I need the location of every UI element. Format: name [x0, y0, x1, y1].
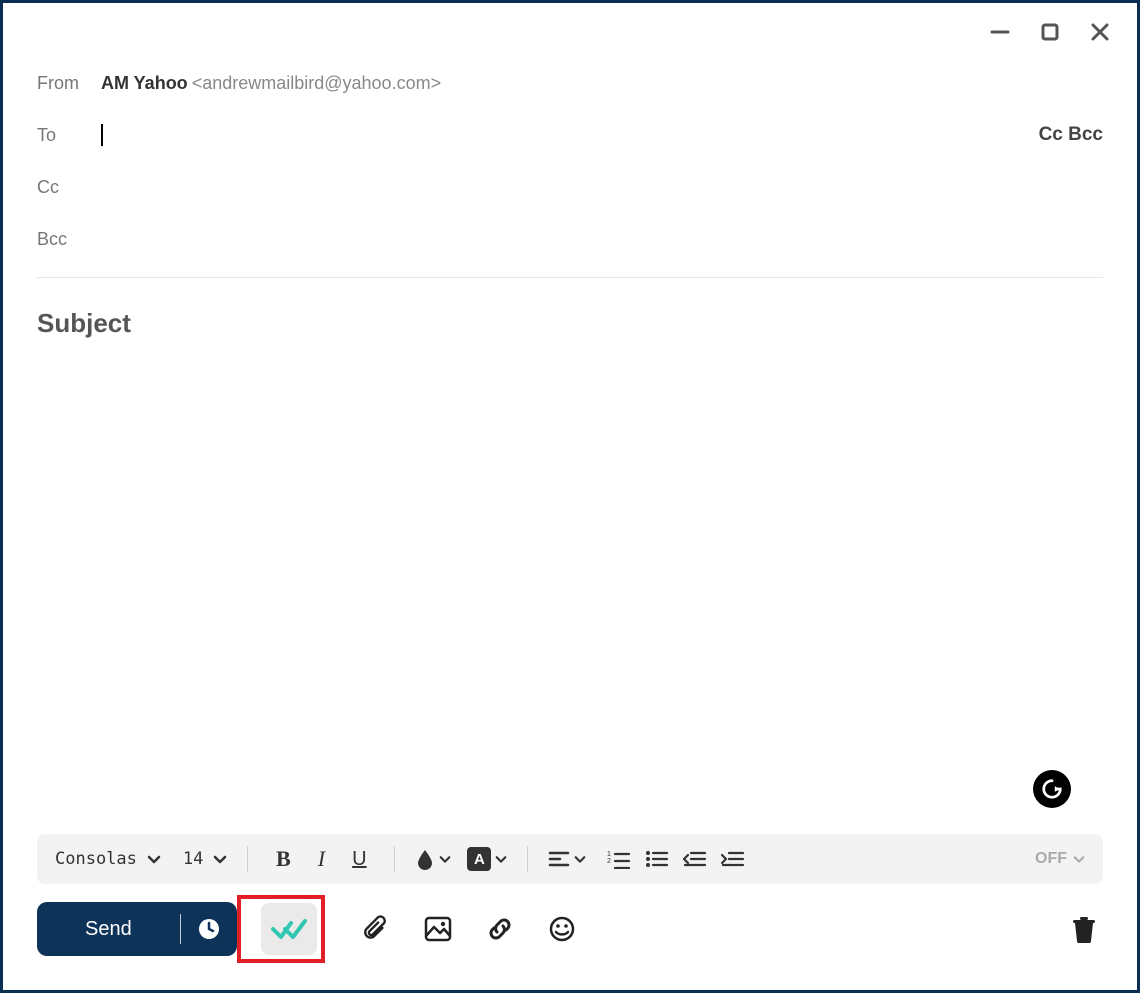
read-receipt-button[interactable] [261, 903, 317, 955]
clock-icon [197, 917, 221, 941]
emoji-button[interactable] [547, 914, 577, 944]
paperclip-icon [363, 915, 389, 943]
bold-button[interactable]: B [268, 844, 298, 874]
bcc-row[interactable]: Bcc [37, 213, 1103, 265]
text-color-button[interactable] [415, 848, 451, 870]
image-icon [424, 916, 452, 942]
insert-image-button[interactable] [423, 914, 453, 944]
attach-button[interactable] [361, 914, 391, 944]
outdent-icon [683, 849, 707, 869]
insert-actions [361, 914, 577, 944]
cc-bcc-toggle[interactable]: Cc Bcc [1039, 124, 1103, 146]
italic-icon: I [318, 846, 325, 872]
bullet-list-icon [645, 849, 669, 869]
grammarly-button[interactable] [1033, 770, 1071, 808]
to-label: To [37, 125, 101, 146]
toolbar-divider [247, 846, 248, 872]
chevron-down-icon [213, 852, 227, 866]
svg-text:2: 2 [607, 858, 611, 865]
cc-label: Cc [37, 177, 101, 198]
font-size-value: 14 [183, 849, 203, 869]
minimize-button[interactable] [989, 21, 1011, 43]
compose-window: From AM Yahoo <andrewmailbird@yahoo.com>… [0, 0, 1140, 993]
subject-input[interactable]: Subject [37, 278, 1103, 339]
outdent-button[interactable] [680, 844, 710, 874]
bold-icon: B [276, 846, 291, 872]
toolbar-divider [527, 846, 528, 872]
window-controls [989, 21, 1111, 43]
double-check-icon [271, 917, 307, 941]
chevron-down-icon [439, 853, 451, 865]
font-family-value: Consolas [55, 849, 137, 869]
off-label-text: OFF [1035, 850, 1067, 868]
discard-button[interactable] [1071, 915, 1097, 943]
send-button-group: Send [37, 902, 237, 956]
trash-icon [1071, 915, 1097, 943]
chevron-down-icon [495, 853, 507, 865]
insert-link-button[interactable] [485, 914, 515, 944]
underline-button[interactable]: U [344, 844, 374, 874]
svg-text:1: 1 [607, 851, 611, 858]
toolbar-divider [394, 846, 395, 872]
maximize-button[interactable] [1039, 21, 1061, 43]
from-account-email: <andrewmailbird@yahoo.com> [192, 73, 441, 94]
compose-content: From AM Yahoo <andrewmailbird@yahoo.com>… [3, 3, 1137, 990]
send-button[interactable]: Send [37, 902, 180, 956]
italic-button[interactable]: I [306, 844, 336, 874]
font-size-select[interactable]: 14 [183, 849, 227, 869]
chevron-down-icon [574, 853, 586, 865]
chevron-down-icon [147, 852, 161, 866]
font-family-select[interactable]: Consolas [55, 849, 161, 869]
indent-icon [721, 849, 745, 869]
smiley-icon [548, 915, 576, 943]
from-label: From [37, 73, 101, 94]
to-input[interactable] [101, 124, 1103, 146]
indent-button[interactable] [718, 844, 748, 874]
cc-row[interactable]: Cc [37, 161, 1103, 213]
bullet-list-button[interactable] [642, 844, 672, 874]
send-label: Send [85, 918, 132, 941]
link-icon [486, 915, 514, 943]
highlight-color-button[interactable]: A [467, 847, 507, 871]
chevron-down-icon [1073, 853, 1085, 865]
underline-icon: U [352, 848, 366, 871]
from-row[interactable]: From AM Yahoo <andrewmailbird@yahoo.com> [37, 57, 1103, 109]
message-body[interactable] [37, 339, 1103, 834]
header-fields: From AM Yahoo <andrewmailbird@yahoo.com>… [37, 3, 1103, 339]
bcc-label: Bcc [37, 229, 101, 250]
grammarly-icon [1041, 778, 1063, 800]
schedule-send-button[interactable] [181, 902, 237, 956]
align-button[interactable] [548, 849, 586, 869]
ordered-list-icon: 1 2 [607, 849, 631, 869]
formatting-off-toggle[interactable]: OFF [1035, 850, 1085, 868]
tracking-highlight [237, 895, 325, 963]
action-bar: Send [37, 898, 1103, 960]
ordered-list-button[interactable]: 1 2 [604, 844, 634, 874]
to-row: To Cc Bcc [37, 109, 1103, 161]
text-cursor-icon [101, 124, 103, 146]
close-button[interactable] [1089, 21, 1111, 43]
format-toolbar: Consolas 14 B I U A [37, 834, 1103, 884]
align-left-icon [548, 849, 570, 869]
droplet-icon [415, 848, 435, 870]
from-account-name: AM Yahoo [101, 73, 188, 94]
highlight-icon: A [467, 847, 491, 871]
